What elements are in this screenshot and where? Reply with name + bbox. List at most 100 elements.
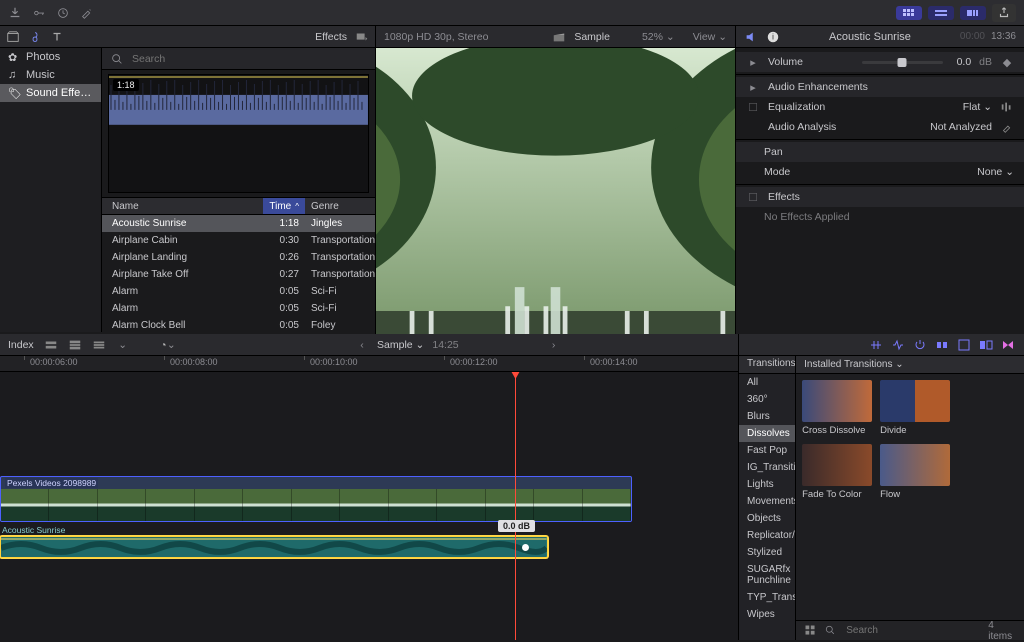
effects-dropdown-icon[interactable] [355, 30, 369, 44]
skimming-icon[interactable] [868, 337, 884, 353]
sidebar-item-music[interactable]: ♫ Music [0, 66, 101, 84]
transition-category[interactable]: Dissolves [739, 425, 795, 442]
spacer-icon [746, 120, 760, 134]
media-row[interactable]: Alarm Clock Bell0:05Foley [102, 317, 375, 332]
audio-skim-icon[interactable] [890, 337, 906, 353]
toggle-inspector-icon[interactable] [960, 6, 986, 20]
transition-category[interactable]: 360° [739, 391, 795, 408]
timeline-ruler[interactable]: 00:00:06:0000:00:08:0000:00:10:0000:00:1… [0, 356, 738, 372]
transition-category[interactable]: Stylized [739, 544, 795, 561]
transitions-search-input[interactable] [844, 624, 980, 637]
transition-category[interactable]: Objects [739, 510, 795, 527]
media-row[interactable]: Airplane Cabin0:30Transportation [102, 232, 375, 249]
keyword-icon[interactable] [32, 6, 46, 20]
eq-value[interactable]: Flat ⌄ [963, 101, 992, 113]
transition-category[interactable]: SUGARfx Punchline [739, 561, 795, 589]
search-icon [110, 52, 124, 66]
transition-item[interactable]: Cross Dissolve [802, 380, 872, 436]
transition-category[interactable]: IG_Transitions [739, 459, 795, 476]
browser-search-input[interactable] [130, 52, 367, 66]
media-row[interactable]: Alarm0:05Sci-Fi [102, 283, 375, 300]
transition-category[interactable]: Wipes [739, 606, 795, 623]
col-name[interactable]: Name [102, 201, 263, 212]
transition-category[interactable]: All [739, 374, 795, 391]
grid-view-icon[interactable] [804, 624, 816, 638]
audio-preview-waveform[interactable]: 1:18 [108, 74, 369, 193]
transition-item[interactable]: Flow [880, 444, 950, 500]
volume-label: Volume [768, 56, 848, 68]
index-button[interactable]: Index [8, 339, 34, 351]
view-menu[interactable]: View ⌄ [693, 31, 727, 43]
timeline-tracks[interactable]: Pexels Videos 2098989 Acoustic Sunrise 0… [0, 372, 738, 640]
eq-editor-icon[interactable] [1000, 100, 1014, 114]
bg-tasks-icon[interactable] [56, 6, 70, 20]
audio-clip-label: Acoustic Sunrise [2, 525, 65, 535]
col-genre[interactable]: Genre [305, 201, 375, 212]
media-sidebar: ✿ Photos ♫ Music 🏷 Sound Effe… [0, 48, 102, 332]
tl-transitions-icon[interactable] [978, 337, 994, 353]
sidebar-item-photos[interactable]: ✿ Photos [0, 48, 101, 66]
tl-effects-icon[interactable] [956, 337, 972, 353]
media-row[interactable]: Alarm0:05Sci-Fi [102, 300, 375, 317]
photos-icon: ✿ [8, 51, 20, 63]
media-list[interactable]: Acoustic Sunrise1:18JinglesAirplane Cabi… [102, 215, 375, 332]
mode-value[interactable]: None ⌄ [977, 166, 1014, 178]
viewer-zoom[interactable]: 52% ⌄ [642, 31, 675, 43]
media-row[interactable]: Acoustic Sunrise1:18Jingles [102, 215, 375, 232]
preview-duration: 1:18 [113, 79, 139, 91]
transition-category[interactable]: TYP_Transitions [739, 589, 795, 606]
transition-category[interactable]: Fast Pop [739, 442, 795, 459]
media-row[interactable]: Airplane Take Off0:27Transportation [102, 266, 375, 283]
snapping-icon[interactable] [934, 337, 950, 353]
titles-icon[interactable] [50, 30, 64, 44]
toggle-browser-icon[interactable] [896, 6, 922, 20]
tl-layout4-icon[interactable]: ⌄ [116, 338, 130, 352]
enh-group-icon[interactable]: ▸ [746, 80, 760, 94]
volume-value[interactable]: 0.0 [957, 56, 972, 68]
library-icon[interactable] [6, 30, 20, 44]
installed-transitions-label[interactable]: Installed Transitions ⌄ [804, 359, 1016, 370]
eq-label: Equalization [768, 101, 955, 113]
tl-layout3-icon[interactable] [92, 338, 106, 352]
solo-icon[interactable] [912, 337, 928, 353]
select-tool-icon[interactable]: ⌄ [162, 338, 176, 352]
transition-category[interactable]: Movements [739, 493, 795, 510]
col-time[interactable]: Time^ [263, 198, 305, 214]
audio-inspector-icon[interactable] [744, 30, 758, 44]
transition-item[interactable]: Fade To Color [802, 444, 872, 500]
music-icon: ♫ [8, 69, 20, 81]
playhead[interactable] [515, 372, 516, 640]
transition-category[interactable]: Blurs [739, 408, 795, 425]
video-clip[interactable]: Pexels Videos 2098989 [0, 476, 632, 522]
effects-checkbox[interactable]: ☐ [746, 190, 760, 204]
audio-clip[interactable] [0, 536, 548, 558]
nav-next-icon[interactable]: › [547, 338, 561, 352]
timeline-project[interactable]: Sample ⌄ [377, 339, 424, 351]
ruler-label: 00:00:08:00 [170, 357, 218, 367]
toggle-timeline-icon[interactable] [928, 6, 954, 20]
photos-media-icon[interactable] [28, 30, 42, 44]
nav-prev-icon[interactable]: ‹ [355, 338, 369, 352]
tl-layout1-icon[interactable] [44, 338, 58, 352]
eq-checkbox[interactable]: ☐ [746, 100, 760, 114]
analyze-icon[interactable] [1000, 120, 1014, 134]
volume-group-icon[interactable]: ▸ [746, 55, 760, 69]
share-icon[interactable] [992, 4, 1016, 22]
sidebar-item-sound-effects[interactable]: 🏷 Sound Effe… [0, 84, 101, 102]
volume-slider[interactable] [862, 61, 942, 64]
media-row[interactable]: Airplane Landing0:26Transportation [102, 249, 375, 266]
db-tag: 0.0 dB [498, 520, 535, 532]
fade-handle[interactable] [522, 544, 529, 551]
analysis-value: Not Analyzed [930, 121, 992, 133]
info-inspector-icon[interactable]: i [766, 30, 780, 44]
chevron-down-icon: ⌄ [666, 31, 675, 43]
transition-category[interactable]: Lights [739, 476, 795, 493]
tl-layout2-icon[interactable] [68, 338, 82, 352]
tl-toggle-icon[interactable] [1000, 337, 1016, 353]
keyframe-icon[interactable]: ◆ [1000, 55, 1014, 69]
enhance-icon[interactable] [80, 6, 94, 20]
transition-category[interactable]: Replicator/Clones [739, 527, 795, 544]
import-icon[interactable] [8, 6, 22, 20]
viewer-project: Sample [574, 31, 610, 43]
transition-item[interactable]: Divide [880, 380, 950, 436]
